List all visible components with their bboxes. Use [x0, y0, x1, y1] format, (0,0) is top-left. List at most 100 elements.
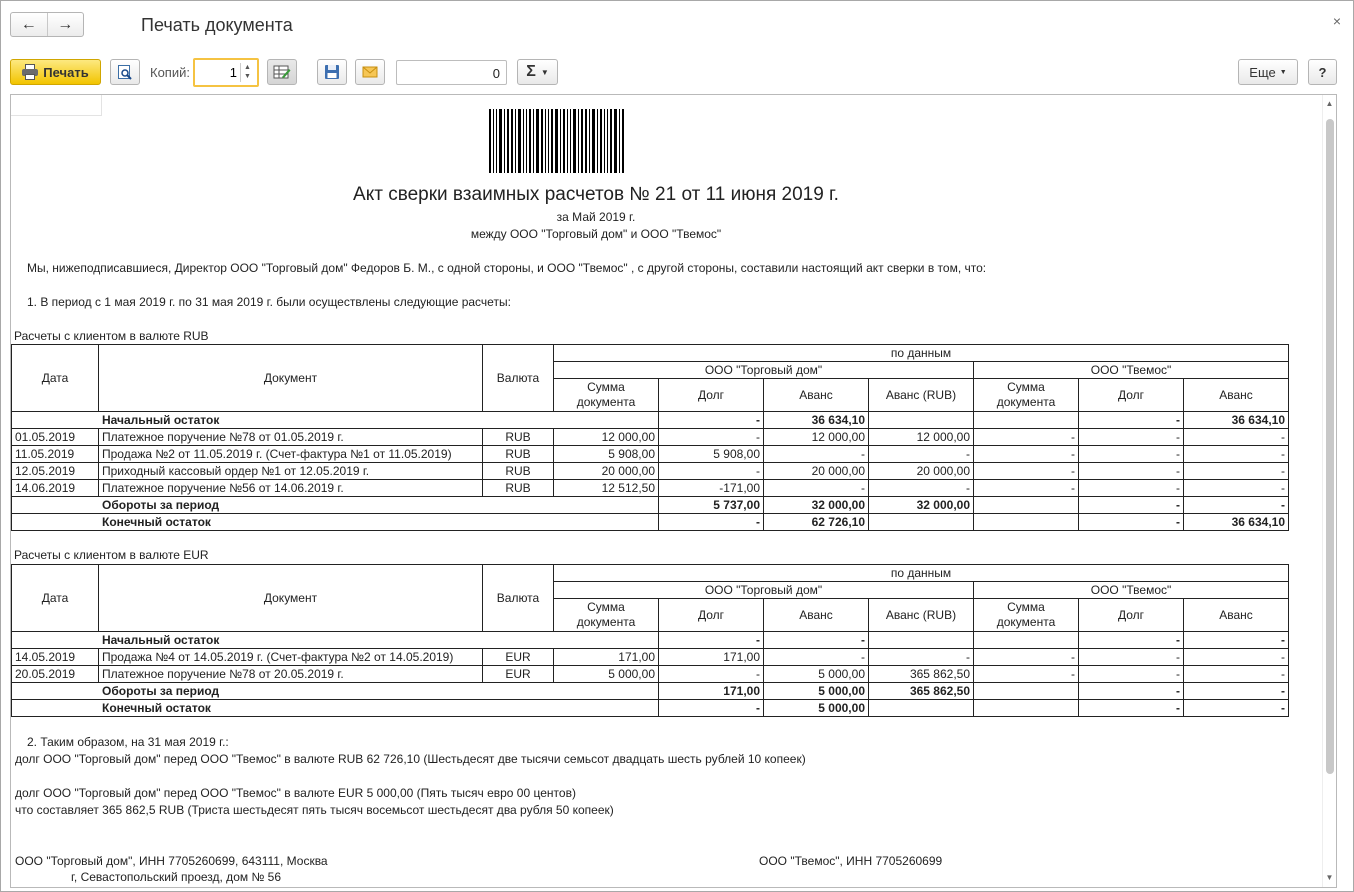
cell-advance: 32 000,00 — [763, 496, 869, 514]
cell-sum-2: - — [973, 648, 1079, 666]
cell-debt-2: - — [1078, 496, 1184, 514]
send-email-button[interactable] — [355, 59, 385, 85]
header-advance-rub: Аванс (RUB) — [868, 378, 974, 412]
more-button[interactable]: Еще ▼ — [1238, 59, 1298, 85]
preview-icon — [118, 65, 132, 80]
cell-debt: - — [658, 699, 764, 717]
cell-advance-rub: 365 862,50 — [868, 682, 974, 700]
header-debt: Долг — [1078, 598, 1184, 632]
cell-advance-2: - — [1183, 445, 1289, 463]
cell-currency — [482, 699, 554, 717]
print-button-label: Печать — [43, 64, 89, 80]
header-org-1: ООО "Торговый дом" — [553, 581, 974, 599]
cell-advance-2: 36 634,10 — [1183, 411, 1289, 429]
sum-function-button[interactable]: Σ ▼ — [517, 59, 558, 85]
preview-button[interactable] — [110, 59, 140, 85]
cell-date: 12.05.2019 — [11, 462, 99, 480]
help-button[interactable]: ? — [1308, 59, 1337, 85]
cell-debt: - — [658, 513, 764, 531]
forward-button[interactable]: → — [46, 13, 84, 36]
cell-date — [11, 411, 99, 429]
sheet-corner — [11, 95, 102, 116]
header-sum: Сумма документа — [553, 598, 659, 632]
cell-currency: EUR — [482, 665, 554, 683]
cell-debt: - — [658, 411, 764, 429]
cell-sum-2 — [973, 631, 1079, 649]
cell-debt: 5 908,00 — [658, 445, 764, 463]
header-currency: Валюта — [482, 564, 554, 632]
cell-advance-2: - — [1183, 428, 1289, 446]
cell-advance-rub — [868, 631, 974, 649]
header-org-2: ООО "Твемос" — [973, 361, 1289, 379]
scroll-thumb[interactable] — [1326, 119, 1334, 774]
sum-field[interactable]: 0 — [396, 60, 507, 85]
cell-debt: - — [658, 631, 764, 649]
cell-advance: - — [763, 479, 869, 497]
stepper-up-icon[interactable]: ▲ — [241, 63, 254, 72]
header-document: Документ — [98, 564, 483, 632]
cell-advance-rub: - — [868, 445, 974, 463]
debt-eur-text: долг ООО "Торговый дом" перед ООО "Твемо… — [15, 786, 576, 800]
cell-advance-2: - — [1183, 648, 1289, 666]
save-button[interactable] — [317, 59, 347, 85]
cell-document: Приходный кассовый ордер №1 от 12.05.201… — [98, 462, 483, 480]
cell-sum-2 — [973, 513, 1079, 531]
document-view[interactable]: Акт сверки взаимных расчетов № 21 от 11 … — [10, 94, 1337, 888]
cell-advance: 20 000,00 — [763, 462, 869, 480]
cell-debt-2: - — [1078, 699, 1184, 717]
cell-advance: - — [763, 631, 869, 649]
cell-advance-rub — [868, 513, 974, 531]
cell-advance-rub: - — [868, 479, 974, 497]
document-title: Акт сверки взаимных расчетов № 21 от 11 … — [353, 184, 839, 205]
arrow-left-icon: ← — [20, 15, 37, 33]
scroll-down-icon[interactable]: ▼ — [1323, 871, 1336, 885]
intro-text: Мы, нижеподписавшиеся, Директор ООО "Тор… — [27, 261, 987, 275]
cell-currency — [482, 631, 554, 649]
vertical-scrollbar[interactable]: ▲ ▼ — [1322, 95, 1336, 887]
header-date: Дата — [11, 344, 99, 412]
barcode — [489, 109, 659, 173]
cell-date — [11, 496, 99, 514]
signature-left-line-2: г, Севастопольский проезд, дом № 56 — [71, 870, 281, 884]
cell-debt: 171,00 — [658, 682, 764, 700]
header-sum: Сумма документа — [973, 378, 1079, 412]
header-advance: Аванс — [763, 378, 869, 412]
header-document: Документ — [98, 344, 483, 412]
cell-debt: -171,00 — [658, 479, 764, 497]
cell-sum: 5 000,00 — [553, 665, 659, 683]
edit-mode-button[interactable] — [267, 59, 297, 85]
cell-debt-2: - — [1078, 513, 1184, 531]
cell-debt-2: - — [1078, 462, 1184, 480]
chevron-down-icon: ▼ — [540, 67, 549, 77]
cell-advance: 36 634,10 — [763, 411, 869, 429]
cell-advance-rub: 32 000,00 — [868, 496, 974, 514]
cell-date: 14.06.2019 — [11, 479, 99, 497]
cell-date: 11.05.2019 — [11, 445, 99, 463]
cell-advance: 5 000,00 — [763, 665, 869, 683]
print-button[interactable]: Печать — [10, 59, 101, 85]
close-button[interactable]: × — [1333, 13, 1341, 29]
scroll-up-icon[interactable]: ▲ — [1323, 97, 1336, 111]
cell-date — [11, 682, 99, 700]
cell-sum-2: - — [973, 479, 1079, 497]
cell-advance-2: - — [1183, 665, 1289, 683]
table-header-row: Дата Документ Валюта по данным — [11, 564, 1289, 632]
stepper-down-icon[interactable]: ▼ — [241, 72, 254, 81]
chevron-down-icon: ▼ — [1279, 68, 1287, 76]
header-debt: Долг — [1078, 378, 1184, 412]
header-advance: Аванс — [763, 598, 869, 632]
copies-input[interactable] — [199, 63, 237, 82]
cell-advance-2: - — [1183, 496, 1289, 514]
header-by-data: по данным — [553, 564, 1289, 582]
header-date: Дата — [11, 564, 99, 632]
document-parties: между ООО "Торговый дом" и ООО "Твемос" — [470, 227, 722, 241]
table-row: Обороты за период 171,00 5 000,00 365 862,5… — [11, 682, 1289, 700]
cell-debt: - — [658, 665, 764, 683]
printer-icon — [22, 64, 39, 80]
cell-sum-2: - — [973, 445, 1079, 463]
cell-currency — [482, 496, 554, 514]
table-row: Обороты за период 5 737,00 32 000,00 32 000… — [11, 496, 1289, 514]
back-button[interactable]: ← — [11, 13, 47, 36]
cell-currency: RUB — [482, 445, 554, 463]
cell-debt-2: - — [1078, 479, 1184, 497]
